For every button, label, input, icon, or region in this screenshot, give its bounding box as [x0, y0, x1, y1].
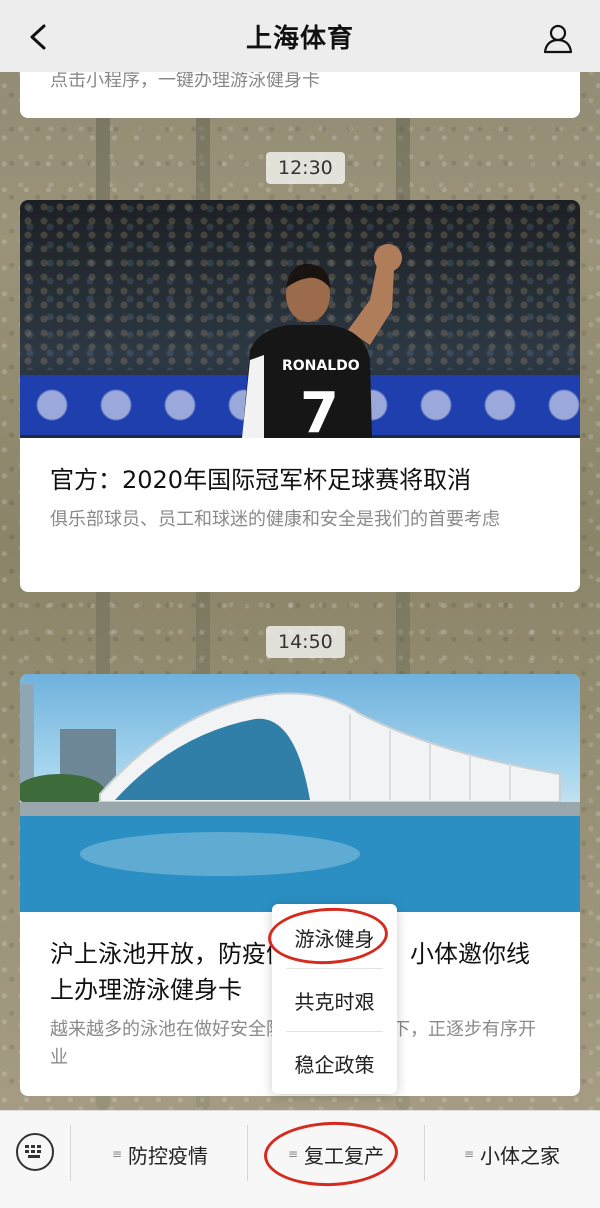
keyboard-icon[interactable]	[16, 1133, 54, 1171]
menu-label: 复工复产	[304, 1143, 385, 1168]
bottom-menu-epidemic[interactable]: ≡ 防控疫情	[80, 1137, 240, 1171]
menu-separator	[424, 1125, 425, 1181]
article-card[interactable]: RONALDO 7 官方：2020年国际冠军杯足球赛将取消 俱乐部球员、员工和球…	[20, 200, 580, 592]
menu-separator	[247, 1125, 248, 1181]
message-timestamp: 12:30	[266, 152, 345, 184]
menu-lines-icon: ≡	[111, 1147, 123, 1161]
nav-header: 上海体育	[0, 0, 600, 72]
article-thumbnail: RONALDO 7	[20, 200, 580, 438]
menu-label: 小体之家	[480, 1143, 561, 1168]
profile-icon[interactable]	[542, 22, 574, 54]
article-thumbnail	[20, 674, 580, 912]
article-description: 俱乐部球员、员工和球迷的健康和安全是我们的首要考虑	[50, 509, 500, 530]
back-chevron-icon[interactable]	[26, 22, 52, 52]
menu-lines-icon: ≡	[287, 1147, 299, 1161]
submenu-item-swim-fitness[interactable]: 游泳健身	[272, 906, 397, 968]
stadium-illustration	[20, 684, 580, 912]
submenu-popup: 游泳健身 共克时艰 稳企政策	[272, 904, 397, 1094]
player-illustration: RONALDO 7	[242, 244, 402, 438]
jersey-name: RONALDO	[282, 358, 360, 374]
menu-lines-icon: ≡	[463, 1147, 475, 1161]
jersey-number: 7	[300, 381, 339, 438]
menu-separator	[70, 1125, 71, 1181]
submenu-item-policy[interactable]: 稳企政策	[272, 1032, 397, 1094]
bottom-menu-resume-work[interactable]: ≡ 复工复产	[256, 1137, 416, 1171]
submenu-item-together[interactable]: 共克时艰	[272, 969, 397, 1031]
page-title: 上海体育	[245, 23, 354, 54]
bottom-menu-bar: ≡ 防控疫情 ≡ 复工复产 ≡ 小体之家	[0, 1110, 600, 1208]
message-timestamp: 14:50	[266, 626, 345, 658]
bottom-menu-home[interactable]: ≡ 小体之家	[432, 1137, 592, 1171]
menu-label: 防控疫情	[128, 1143, 209, 1168]
article-title: 官方：2020年国际冠军杯足球赛将取消	[50, 466, 472, 494]
